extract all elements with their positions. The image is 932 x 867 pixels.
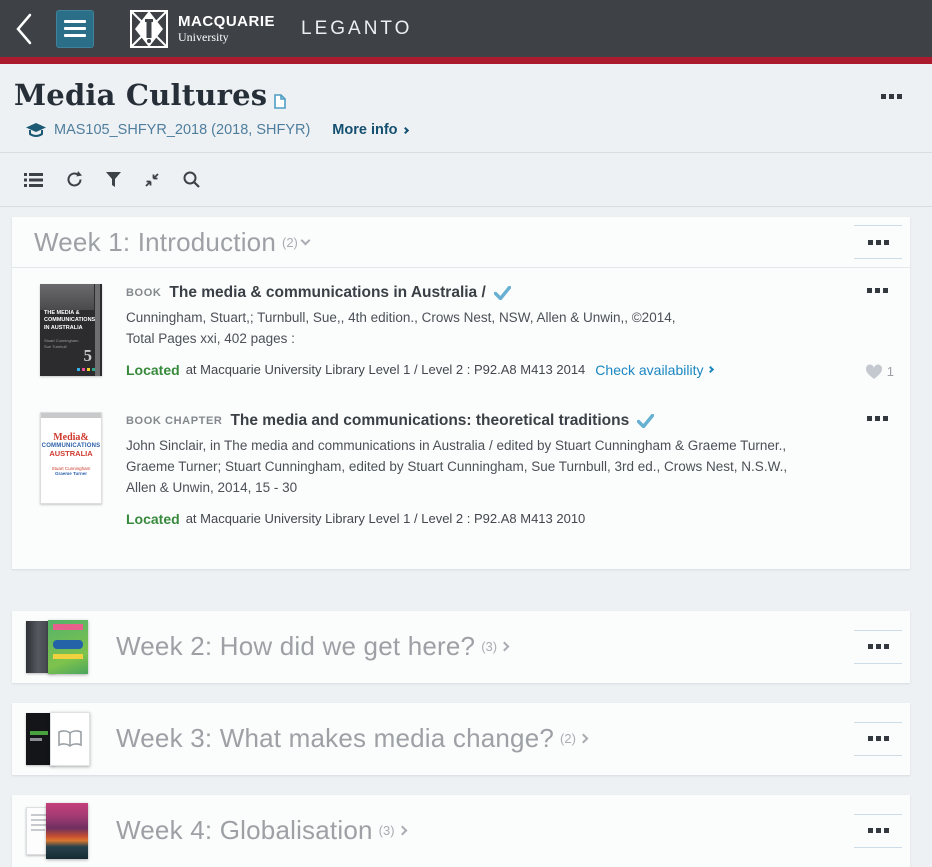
section-menu-button[interactable] [854,629,902,664]
likes-count: 1 [886,364,894,380]
chevron-right-icon [499,641,510,652]
main-content: Media Cultures MAS105_SHFYR_2018 (2018, … [0,64,932,867]
citation-body: BOOK The media & communications in Austr… [126,284,820,378]
located-text: at Macquarie University Library Level 1 … [185,511,586,527]
university-wordmark: MACQUARIE University [178,14,275,43]
brand: MACQUARIE University [130,9,275,48]
section-thumbnails [24,710,94,768]
cover-title: THE MEDIA & COMMUNICATIONS IN AUSTRALIA [44,310,96,331]
page-options-button[interactable] [875,88,908,105]
macquarie-logo-icon [130,9,168,48]
check-icon [493,286,511,300]
located-text: at Macquarie University Library Level 1 … [185,362,586,378]
toolbar [0,153,932,206]
open-book-icon [58,729,82,747]
section-menu-button[interactable] [854,813,902,848]
section-count: (3) [481,639,498,655]
chevron-right-icon [707,366,715,374]
app-header: MACQUARIE University LEGANTO [0,0,932,57]
book-cover-thumbnail: Media& COMMUNICATIONS AUSTRALIA Stuart C… [40,411,102,504]
filter-button[interactable] [102,170,125,190]
heart-icon [865,364,882,379]
citation-description: John Sinclair, in The media and communic… [126,437,788,495]
chevron-right-icon [578,733,589,744]
cover-edition: 5 [83,346,93,365]
section-title: Week 2: How did we get here? [116,631,476,662]
document-icon [274,94,287,109]
page-title: Media Cultures [14,78,268,112]
collapse-all-button[interactable] [140,170,164,190]
more-info-label: More info [332,122,398,138]
title-row: Media Cultures [0,64,932,112]
section-week-1: Week 1: Introduction (2) THE MEDIA & COM… [12,217,910,569]
citation-type-label: BOOK CHAPTER [126,414,223,427]
citation-title: The media and communications: theoretica… [230,411,630,429]
search-button[interactable] [179,169,204,190]
citation-body: BOOK CHAPTER The media and communication… [126,412,820,527]
cover-title: Media& [53,431,89,443]
located-row: Located at Macquarie University Library … [126,511,820,527]
citation-item-book-chapter[interactable]: Media& COMMUNICATIONS AUSTRALIA Stuart C… [12,396,910,545]
book-cover-thumbnail: THE MEDIA & COMMUNICATIONS IN AUSTRALIA … [40,284,102,376]
back-chevron-icon [16,13,32,44]
university-sub: University [178,30,229,44]
citation-type-label: BOOK [126,287,162,299]
app-name: LEGANTO [301,17,413,39]
refresh-button[interactable] [62,169,87,190]
section-header-week-1[interactable]: Week 1: Introduction (2) [12,217,910,268]
search-icon [183,171,200,188]
section-week-2[interactable]: Week 2: How did we get here? (3) [12,610,910,683]
check-availability-link[interactable]: Check availability [595,362,715,378]
sections-list: Week 1: Introduction (2) THE MEDIA & COM… [0,207,932,867]
course-code: MAS105_SHFYR_2018 (2018, SHFYR) [54,122,311,138]
course-row: MAS105_SHFYR_2018 (2018, SHFYR) More inf… [0,112,932,152]
list-view-button[interactable] [20,170,47,190]
section-count: (3) [378,823,395,839]
section-title: Week 3: What makes media change? [116,723,555,754]
section-count: (2) [560,731,576,747]
section-thumbnails [24,618,94,676]
citation-title: The media & communications in Australia … [169,284,486,301]
located-row: Located at Macquarie University Library … [126,362,820,378]
citation-menu-button[interactable] [861,410,894,427]
section-week-3[interactable]: Week 3: What makes media change? (2) [12,702,910,775]
hamburger-menu-button[interactable] [56,9,94,48]
section-thumbnails [24,802,94,860]
citation-menu-button[interactable] [861,282,894,299]
section-menu-button[interactable] [854,225,902,259]
located-label: Located [126,361,180,378]
university-name: MACQUARIE [178,13,275,30]
brand-accent-bar [0,57,932,64]
section-title: Week 4: Globalisation [116,815,373,846]
section-count: (2) [282,234,298,250]
filter-icon [106,171,121,187]
graduation-cap-icon [26,122,46,137]
more-info-link[interactable]: More info [332,122,409,138]
refresh-icon [67,171,82,187]
collapse-icon [145,172,159,187]
check-icon [637,413,655,428]
back-button[interactable] [14,9,44,49]
section-week-4[interactable]: Week 4: Globalisation (3) [12,794,910,867]
chevron-right-icon [397,825,407,836]
citation-description: Cunningham, Stuart,; Turnbull, Sue,, 4th… [126,310,676,346]
chevron-down-icon [300,235,311,246]
section-menu-button[interactable] [854,721,902,756]
chevron-right-icon [401,126,409,134]
located-label: Located [126,510,180,527]
likes[interactable]: 1 [865,364,894,380]
citation-item-book[interactable]: THE MEDIA & COMMUNICATIONS IN AUSTRALIA … [12,268,910,396]
section-title: Week 1: Introduction [34,226,276,257]
list-view-icon [24,172,43,187]
